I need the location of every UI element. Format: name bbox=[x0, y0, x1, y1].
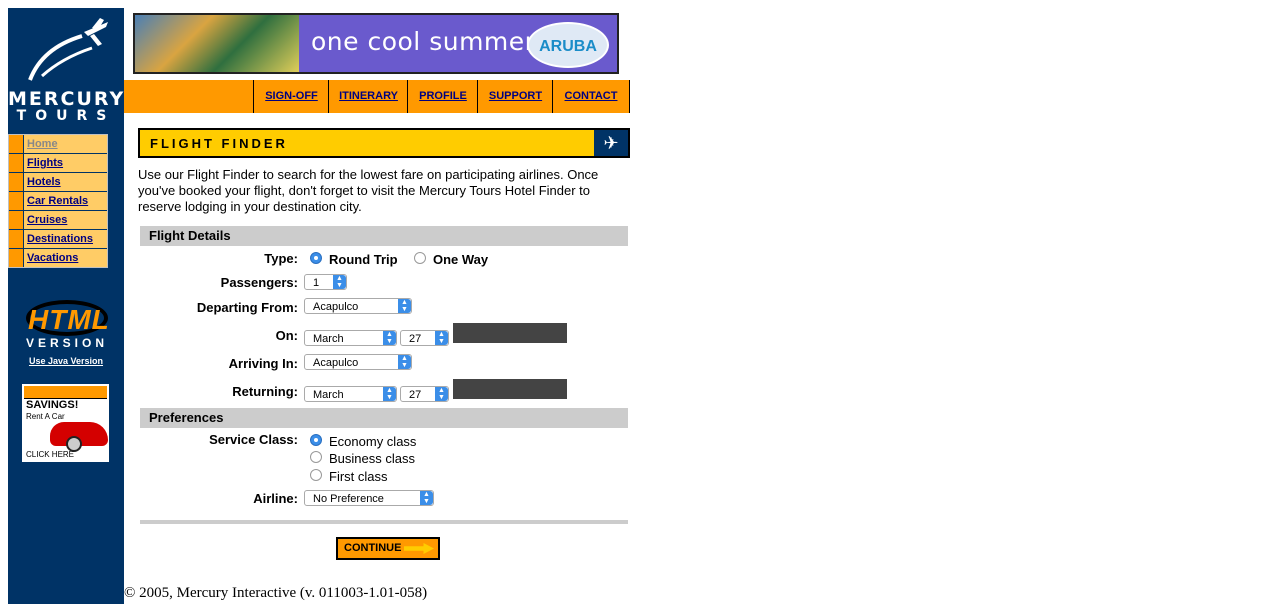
sidebar-item-car-rentals[interactable]: Car Rentals bbox=[9, 192, 107, 211]
departing-value: Acapulco bbox=[313, 301, 359, 313]
footer-copyright: © 2005, Mercury Interactive (v. 011003-1… bbox=[124, 585, 428, 601]
on-day-value: 27 bbox=[409, 333, 422, 345]
sidebar-link-cruises[interactable]: Cruises bbox=[27, 214, 67, 226]
sidebar-item-cruises[interactable]: Cruises bbox=[9, 211, 107, 230]
airline-value: No Preference bbox=[313, 493, 384, 505]
passengers-select[interactable]: 1 ▲ ▼ bbox=[304, 274, 347, 290]
nav-profile[interactable]: PROFILE bbox=[407, 80, 478, 113]
chevron-updown-icon: ▲ ▼ bbox=[435, 387, 448, 401]
on-month-value: March bbox=[313, 333, 344, 345]
passengers-value: 1 bbox=[313, 277, 320, 289]
nav-signoff[interactable]: SIGN-OFF bbox=[253, 80, 329, 113]
airline-select[interactable]: No Preference ▲ ▼ bbox=[304, 490, 434, 506]
flight-finder-header: FLIGHT FINDER ✈ bbox=[138, 128, 630, 158]
banner-text: one cool summer bbox=[311, 27, 536, 56]
sidebar-link-hotels[interactable]: Hotels bbox=[27, 176, 61, 188]
aruba-logo: ARUBA bbox=[527, 22, 609, 68]
nav-itinerary[interactable]: ITINERARY bbox=[328, 80, 408, 113]
round-trip-label: Round Trip bbox=[329, 252, 398, 267]
plane-logo-icon bbox=[22, 18, 112, 88]
ad-savings: SAVINGS! bbox=[26, 399, 79, 411]
service-class-label: Service Class: bbox=[209, 432, 298, 447]
flight-details-heading: Flight Details bbox=[140, 226, 628, 246]
one-way-label: One Way bbox=[433, 252, 489, 267]
brand-line1: MERCURY bbox=[8, 88, 126, 110]
left-sidebar: MERCURY TOURS HTML VERSION Use Java Vers… bbox=[8, 8, 124, 604]
sidebar-link-destinations[interactable]: Destinations bbox=[27, 233, 93, 245]
sidebar-item-destinations[interactable]: Destinations bbox=[9, 230, 107, 249]
promo-banner[interactable]: one cool summer ARUBA bbox=[133, 13, 619, 74]
ad-click: CLICK HERE bbox=[26, 450, 75, 459]
nav-contact[interactable]: CONTACT bbox=[552, 80, 630, 113]
java-version-link[interactable]: Use Java Version bbox=[8, 356, 124, 366]
intro-text: Use our Flight Finder to search for the … bbox=[138, 167, 599, 214]
sidebar-link-car-rentals[interactable]: Car Rentals bbox=[27, 195, 88, 207]
html-word: HTML bbox=[28, 304, 110, 335]
html-version-logo: HTML VERSION bbox=[22, 298, 112, 350]
arriving-label: Arriving In: bbox=[228, 356, 298, 371]
returning-label: Returning: bbox=[232, 384, 298, 399]
arriving-select[interactable]: Acapulco ▲ ▼ bbox=[304, 354, 412, 370]
arrow-right-icon bbox=[404, 543, 434, 554]
first-class-label: First class bbox=[329, 469, 388, 484]
continue-label: CONTINUE bbox=[344, 542, 402, 554]
nav-contact-link[interactable]: CONTACT bbox=[565, 90, 618, 102]
one-way-radio[interactable] bbox=[414, 252, 426, 264]
page-title: FLIGHT FINDER bbox=[150, 136, 288, 151]
on-label: On: bbox=[275, 328, 298, 343]
sidebar-item-hotels[interactable]: Hotels bbox=[9, 173, 107, 192]
sidebar-item-home[interactable]: Home bbox=[9, 135, 107, 154]
on-redacted-box bbox=[453, 323, 567, 343]
nav-support[interactable]: SUPPORT bbox=[477, 80, 553, 113]
economy-label: Economy class bbox=[329, 434, 417, 449]
sidebar-menu: Home Flights Hotels Car Rentals Cruises … bbox=[8, 134, 108, 268]
business-radio[interactable] bbox=[310, 451, 322, 463]
chevron-updown-icon: ▲ ▼ bbox=[398, 355, 411, 369]
on-month-select[interactable]: March ▲ ▼ bbox=[304, 330, 397, 346]
nav-profile-link[interactable]: PROFILE bbox=[419, 90, 467, 102]
continue-button[interactable]: CONTINUE bbox=[336, 537, 440, 560]
chevron-updown-icon: ▲ ▼ bbox=[398, 299, 411, 313]
returning-day-select[interactable]: 27 ▲ ▼ bbox=[400, 386, 449, 402]
rent-a-car-ad[interactable]: SAVINGS! Rent A Car CLICK HERE bbox=[22, 384, 109, 462]
sidebar-item-flights[interactable]: Flights bbox=[9, 154, 107, 173]
nav-support-link[interactable]: SUPPORT bbox=[489, 90, 542, 102]
chevron-updown-icon: ▲ ▼ bbox=[435, 331, 448, 345]
banner-photo bbox=[135, 15, 299, 72]
first-class-radio[interactable] bbox=[310, 469, 322, 481]
airplane-icon: ✈ bbox=[594, 130, 628, 156]
preferences-heading: Preferences bbox=[140, 408, 628, 428]
brand-line2: TOURS bbox=[16, 108, 116, 124]
chevron-updown-icon: ▲ ▼ bbox=[383, 387, 396, 401]
economy-radio[interactable] bbox=[310, 434, 322, 446]
nav-itinerary-link[interactable]: ITINERARY bbox=[339, 90, 398, 102]
on-day-select[interactable]: 27 ▲ ▼ bbox=[400, 330, 449, 346]
departing-select[interactable]: Acapulco ▲ ▼ bbox=[304, 298, 412, 314]
departing-label: Departing From: bbox=[196, 300, 298, 315]
form-divider bbox=[140, 520, 628, 524]
sidebar-link-flights[interactable]: Flights bbox=[27, 157, 63, 169]
returning-redacted-box bbox=[453, 379, 567, 399]
chevron-updown-icon: ▲ ▼ bbox=[420, 491, 433, 505]
returning-day-value: 27 bbox=[409, 389, 422, 401]
type-label: Type: bbox=[264, 251, 298, 266]
sidebar-item-vacations[interactable]: Vacations bbox=[9, 249, 107, 267]
sidebar-link-home[interactable]: Home bbox=[27, 138, 58, 150]
arriving-value: Acapulco bbox=[313, 357, 359, 369]
business-label: Business class bbox=[329, 451, 415, 466]
round-trip-radio[interactable] bbox=[310, 252, 322, 264]
passengers-label: Passengers: bbox=[220, 275, 298, 290]
ad-rent: Rent A Car bbox=[26, 412, 65, 421]
airline-label: Airline: bbox=[253, 491, 298, 506]
chevron-updown-icon: ▲ ▼ bbox=[383, 331, 396, 345]
nav-signoff-link[interactable]: SIGN-OFF bbox=[265, 90, 318, 102]
version-word: VERSION bbox=[25, 336, 108, 350]
returning-month-select[interactable]: March ▲ ▼ bbox=[304, 386, 397, 402]
chevron-updown-icon: ▲ ▼ bbox=[333, 275, 346, 289]
sidebar-link-vacations[interactable]: Vacations bbox=[27, 252, 78, 264]
returning-month-value: March bbox=[313, 389, 344, 401]
